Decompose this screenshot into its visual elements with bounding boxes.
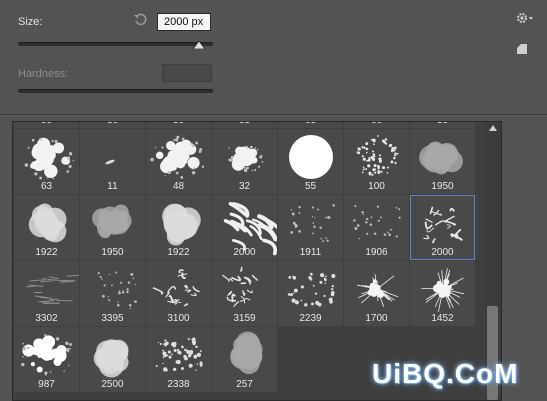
hardness-input <box>162 64 212 82</box>
brush-size-label: 1950 <box>431 181 454 192</box>
size-input[interactable]: 2000 px <box>157 13 211 31</box>
brush-size-label: 36 <box>80 122 145 126</box>
brush-size-label: 3100 <box>167 313 190 324</box>
brush-preset-cell[interactable]: 1911 <box>278 195 343 260</box>
brush-size-label: 1452 <box>431 313 454 324</box>
divider <box>0 114 547 116</box>
brush-size-label: 2500 <box>101 379 124 390</box>
reset-icon[interactable] <box>133 12 149 28</box>
brush-size-label: 63 <box>278 122 343 126</box>
hardness-label: Hardness: <box>18 68 69 80</box>
brush-preset-cell[interactable]: 987 <box>14 327 79 392</box>
brush-size-label: 3302 <box>35 313 58 324</box>
brush-preset-cell[interactable]: 33 <box>212 122 277 128</box>
brush-preset-cell[interactable]: 2338 <box>146 327 211 392</box>
brush-preset-cell[interactable]: 39 <box>410 122 475 128</box>
brush-preset-cell[interactable]: 1906 <box>344 195 409 260</box>
brush-preset-cell[interactable]: 3159 <box>212 261 277 326</box>
scroll-up-icon[interactable] <box>489 125 497 131</box>
brush-preset-cell[interactable]: 90 <box>14 122 79 128</box>
brush-preset-cell[interactable]: 1452 <box>410 261 475 326</box>
brush-preset-cell[interactable]: 2500 <box>80 327 145 392</box>
brush-size-label: 1922 <box>35 247 58 258</box>
hardness-slider <box>18 89 213 93</box>
brush-preset-cell-selected[interactable]: 2000 <box>410 195 475 260</box>
brush-preset-cell[interactable]: 1922 <box>146 195 211 260</box>
brush-size-label: 55 <box>304 181 317 192</box>
watermark: UiBQ.CoM <box>372 358 519 389</box>
new-preset-icon[interactable] <box>516 43 528 55</box>
brush-size-label: 36 <box>146 122 211 126</box>
size-slider-thumb[interactable] <box>193 41 206 49</box>
brush-size-label: 3159 <box>233 313 256 324</box>
size-slider[interactable] <box>18 42 213 46</box>
brush-size-label: 33 <box>212 122 277 126</box>
brush-size-label: 11 <box>107 181 118 192</box>
brush-size-label: 39 <box>410 122 475 126</box>
brush-size-label: 48 <box>172 181 185 192</box>
brush-preset-cell[interactable]: 63 <box>14 129 79 194</box>
brush-size-label: 63 <box>40 181 53 192</box>
brush-preset-cell[interactable]: 48 <box>146 129 211 194</box>
brush-size-label: 66 <box>344 122 409 126</box>
brush-preset-cell[interactable]: 2239 <box>278 261 343 326</box>
brush-preset-cell[interactable]: 3395 <box>80 261 145 326</box>
brush-size-label: 1950 <box>101 247 124 258</box>
brush-size-label: 1700 <box>365 313 388 324</box>
brush-preset-cell[interactable]: 36 <box>146 122 211 128</box>
gear-icon[interactable] <box>516 11 534 25</box>
brush-size-label: 3395 <box>101 313 124 324</box>
brush-preset-cell[interactable]: 3100 <box>146 261 211 326</box>
brush-preset-cell[interactable]: 257 <box>212 327 277 392</box>
brush-preset-cell[interactable]: 100 <box>344 129 409 194</box>
brush-size-label: 2239 <box>299 313 322 324</box>
brush-preset-cell[interactable]: 1950 <box>410 129 475 194</box>
brush-size-label: 100 <box>368 181 385 192</box>
size-label: Size: <box>18 16 43 28</box>
brush-size-label: 1911 <box>299 247 322 258</box>
brush-preset-cell[interactable]: 66 <box>344 122 409 128</box>
brush-size-label: 2000 <box>431 247 454 258</box>
brush-preset-cell[interactable]: 3302 <box>14 261 79 326</box>
brush-size-label: 2338 <box>167 379 190 390</box>
brush-size-label: 257 <box>236 379 253 390</box>
brush-preset-cell[interactable]: 2000 <box>212 195 277 260</box>
brush-preset-cell[interactable]: 32 <box>212 129 277 194</box>
brush-preset-cell[interactable]: 1922 <box>14 195 79 260</box>
brush-size-label: 32 <box>238 181 251 192</box>
brush-preset-cell[interactable]: 63 <box>278 122 343 128</box>
brush-size-label: 2000 <box>233 247 256 258</box>
brush-size-label: 90 <box>14 122 79 126</box>
brush-preset-cell[interactable]: 1700 <box>344 261 409 326</box>
brush-preset-cell[interactable]: 36 <box>80 122 145 128</box>
brush-size-label: 1922 <box>167 247 190 258</box>
brush-size-label: 987 <box>38 379 55 390</box>
brush-size-label: 1906 <box>365 247 388 258</box>
brush-preset-cell[interactable]: 55 <box>278 129 343 194</box>
brush-preset-cell[interactable]: 11 <box>80 129 145 194</box>
brush-preset-cell[interactable]: 1950 <box>80 195 145 260</box>
